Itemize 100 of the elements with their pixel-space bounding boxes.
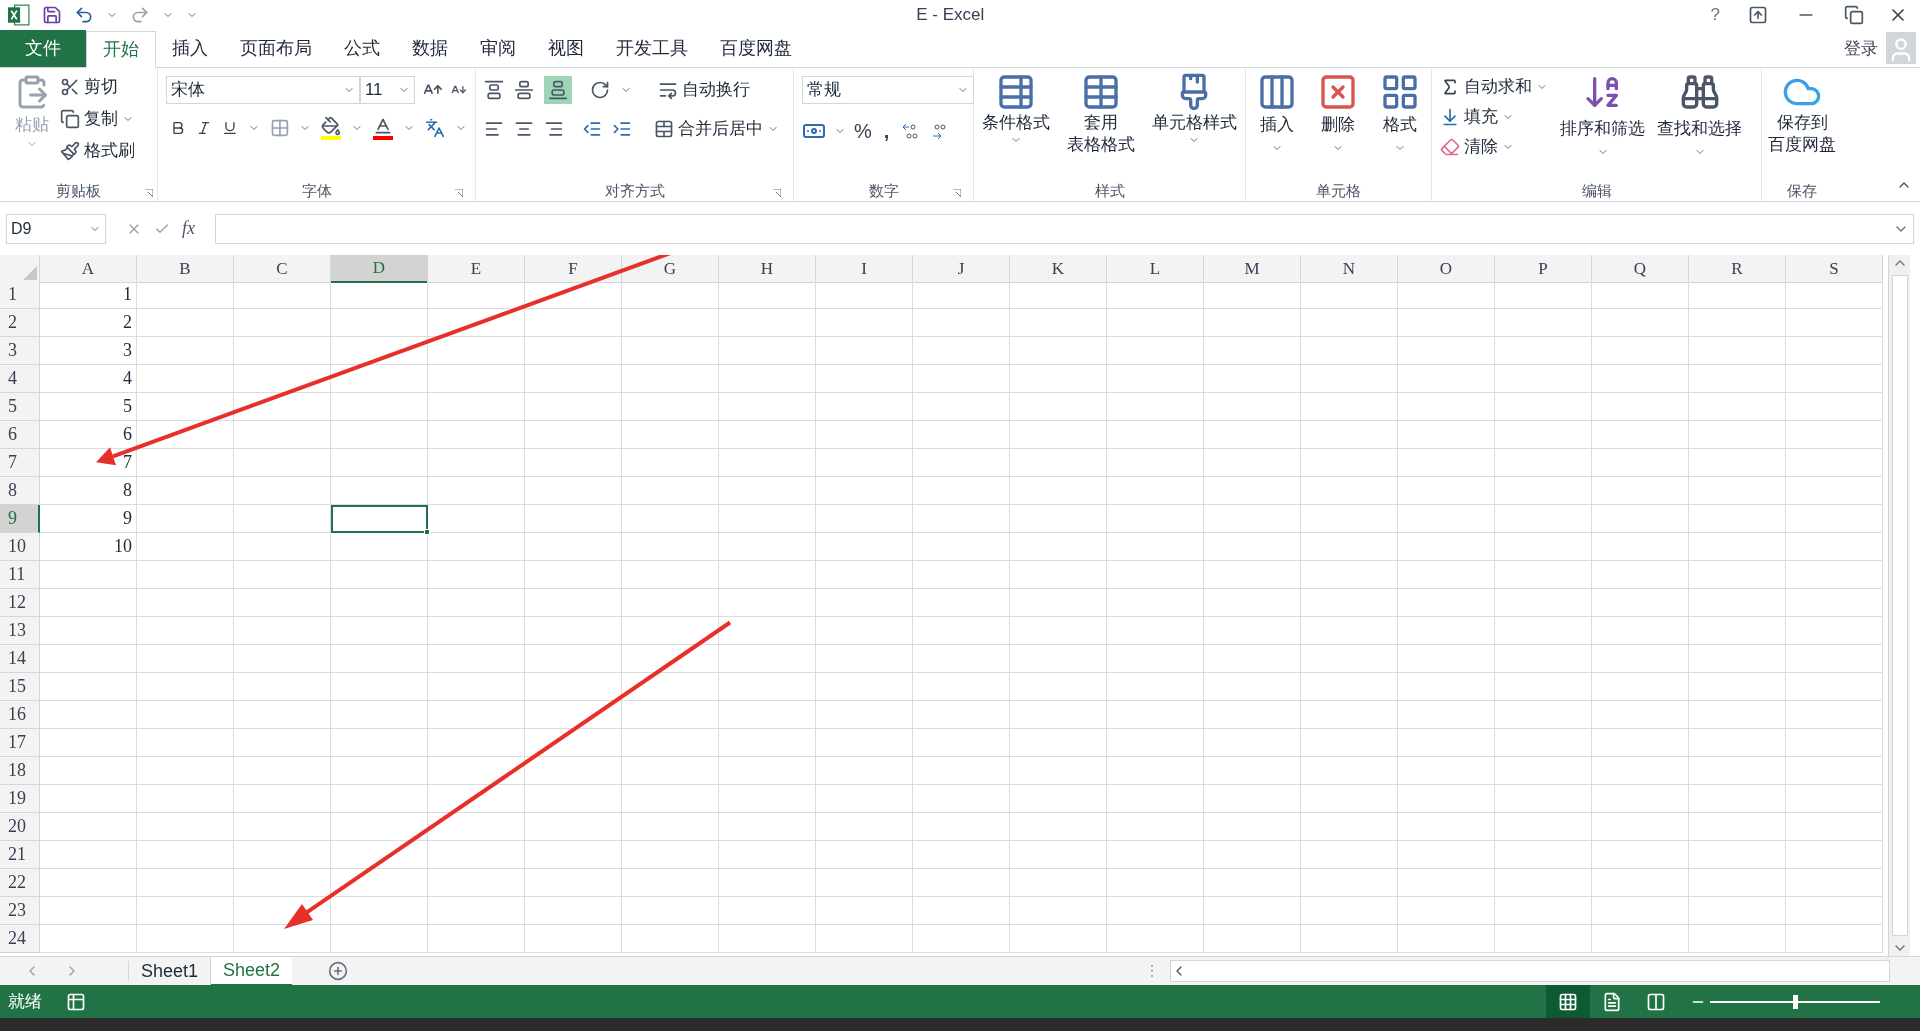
font-size-field[interactable]: 11 — [359, 76, 416, 104]
row-header[interactable]: 4 — [0, 365, 40, 393]
row-header[interactable]: 12 — [0, 589, 40, 617]
comma-button[interactable]: , — [879, 116, 894, 146]
column-header[interactable]: H — [719, 255, 816, 283]
eraser-icon[interactable] — [1440, 137, 1460, 157]
column-header[interactable]: A — [40, 255, 137, 283]
dialog-launcher-icon[interactable] — [455, 189, 463, 197]
redo-icon[interactable] — [130, 5, 150, 25]
column-header[interactable]: L — [1107, 255, 1204, 283]
horizontal-scrollbar[interactable] — [1170, 960, 1890, 982]
column-header[interactable]: B — [137, 255, 234, 283]
dialog-launcher-icon[interactable] — [773, 189, 781, 197]
style-button[interactable]: 单元格样式 — [1151, 112, 1237, 134]
column-header[interactable]: Q — [1592, 255, 1689, 283]
ribbon-tab[interactable]: 公式 — [328, 30, 396, 67]
fill-color-icon[interactable] — [321, 116, 342, 140]
column-header[interactable]: D — [331, 255, 428, 283]
column-header[interactable]: M — [1204, 255, 1301, 283]
insert-function-button[interactable]: fx — [182, 215, 195, 242]
row-header[interactable]: 15 — [0, 673, 40, 701]
cells-button[interactable]: 插入 — [1259, 112, 1294, 138]
column-header[interactable]: S — [1786, 255, 1883, 283]
bold-icon[interactable] — [170, 120, 186, 136]
column-header[interactable]: C — [234, 255, 331, 283]
column-header[interactable]: G — [622, 255, 719, 283]
column-header[interactable]: N — [1301, 255, 1398, 283]
row-header[interactable]: 18 — [0, 757, 40, 785]
vertical-scrollbar-thumb[interactable] — [1891, 275, 1908, 936]
ribbon-tab[interactable]: 插入 — [156, 30, 224, 67]
column-header[interactable]: F — [525, 255, 622, 283]
add-sheet-icon[interactable] — [328, 961, 349, 981]
file-tab[interactable]: 文件 — [0, 30, 86, 67]
column-header[interactable]: P — [1495, 255, 1592, 283]
underline-icon[interactable] — [221, 120, 238, 136]
merge-center-button[interactable]: 合并后居中 — [678, 116, 763, 142]
page-break-icon[interactable] — [1646, 991, 1666, 1012]
font-name-field[interactable]: 宋体 — [166, 76, 360, 104]
row-header[interactable]: 10 — [0, 533, 40, 561]
clipboard-button[interactable]: 复制 — [84, 106, 118, 132]
editing-button[interactable]: 自动求和 — [1464, 74, 1532, 100]
ribbon-tab[interactable]: 页面布局 — [224, 30, 328, 67]
row-header[interactable]: 16 — [0, 701, 40, 729]
phonetic-icon[interactable] — [425, 118, 446, 138]
cells-button[interactable]: 格式 — [1383, 112, 1418, 138]
copy-icon[interactable] — [60, 109, 80, 129]
row-header[interactable]: 17 — [0, 729, 40, 757]
merge-cells-icon[interactable] — [654, 118, 674, 139]
style-button[interactable]: 条件格式 — [982, 112, 1051, 134]
page-layout-icon[interactable] — [1602, 991, 1622, 1012]
spreadsheet-logo-icon[interactable] — [8, 4, 30, 26]
row-header[interactable]: 8 — [0, 477, 40, 505]
row-header[interactable]: 19 — [0, 785, 40, 813]
column-header[interactable]: J — [913, 255, 1010, 283]
wrap-text-button[interactable]: 自动换行 — [682, 77, 750, 103]
column-header[interactable]: K — [1010, 255, 1107, 283]
row-header[interactable]: 5 — [0, 393, 40, 421]
help-button[interactable]: ? — [1702, 2, 1728, 28]
row-header[interactable]: 3 — [0, 337, 40, 365]
row-header[interactable]: 20 — [0, 813, 40, 841]
row-header[interactable]: 7 — [0, 449, 40, 477]
row-header[interactable]: 2 — [0, 309, 40, 337]
editing-button[interactable]: 查找和选择 — [1657, 116, 1742, 142]
sign-in-link[interactable]: 登录 — [1844, 35, 1878, 62]
normal-view-button[interactable] — [1546, 985, 1590, 1018]
clipboard-button[interactable]: 剪切 — [84, 74, 118, 100]
row-header[interactable]: 21 — [0, 841, 40, 869]
zoom-slider-thumb[interactable] — [1793, 994, 1798, 1009]
dialog-launcher-icon[interactable] — [145, 189, 153, 197]
restore-icon[interactable] — [1844, 5, 1864, 25]
borders-icon[interactable] — [269, 118, 290, 138]
split-handle-icon[interactable] — [1150, 964, 1154, 978]
column-header[interactable]: R — [1689, 255, 1786, 283]
ribbon-tab[interactable]: 开始 — [86, 31, 156, 68]
row-header[interactable]: 9 — [0, 505, 40, 533]
ribbon-display-icon[interactable] — [1748, 5, 1768, 25]
column-header[interactable]: E — [428, 255, 525, 283]
editing-button[interactable]: 清除 — [1464, 134, 1498, 160]
wrap-text-icon[interactable] — [658, 80, 678, 100]
ribbon-tab[interactable]: 审阅 — [464, 30, 532, 67]
align-bottom-button[interactable] — [544, 76, 572, 104]
row-header[interactable]: 11 — [0, 561, 40, 589]
paintbrush-icon[interactable] — [60, 141, 80, 161]
row-header[interactable]: 14 — [0, 645, 40, 673]
font-color-icon[interactable] — [373, 116, 394, 140]
macro-record-icon[interactable] — [66, 991, 86, 1012]
binoculars-icon[interactable] — [1679, 72, 1720, 112]
save-icon[interactable] — [42, 5, 62, 25]
ribbon-tab[interactable]: 开发工具 — [600, 30, 704, 67]
clipboard-button[interactable]: 格式刷 — [84, 138, 135, 164]
column-header[interactable]: O — [1398, 255, 1495, 283]
table-brush-icon[interactable] — [1081, 72, 1121, 112]
editing-button[interactable]: 填充 — [1464, 104, 1498, 130]
ribbon-tab[interactable]: 百度网盘 — [704, 30, 808, 67]
dialog-launcher-icon[interactable] — [953, 189, 961, 197]
ribbon-tab[interactable]: 视图 — [532, 30, 600, 67]
orientation-icon[interactable] — [590, 80, 610, 100]
undo-icon[interactable] — [74, 5, 94, 25]
scissors-icon[interactable] — [60, 77, 80, 97]
save-to-cloud-button[interactable]: 保存到 百度网盘 — [1768, 112, 1836, 156]
